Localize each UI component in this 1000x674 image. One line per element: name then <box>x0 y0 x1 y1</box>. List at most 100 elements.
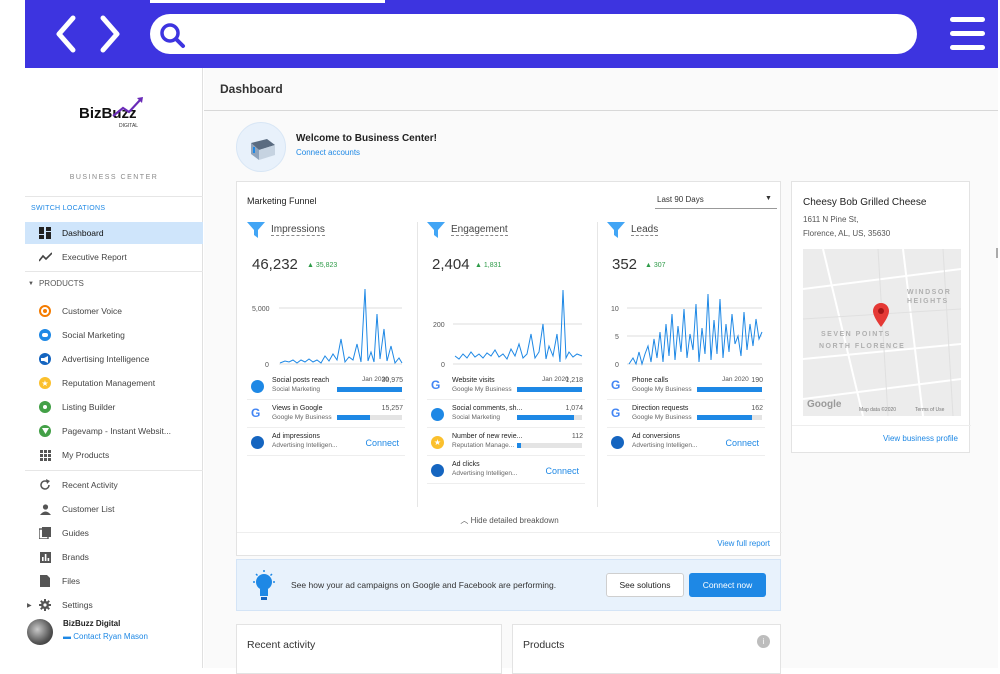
sidebar-item-pagevamp[interactable]: Pagevamp - Instant Websit... <box>25 420 203 442</box>
user-account[interactable]: BizBuzz Digital ▬ Contact Ryan Mason <box>25 614 203 648</box>
metric-name: Social comments, sh... <box>452 405 523 412</box>
social-marketing-icon <box>251 380 264 393</box>
sidebar-item-label: Pagevamp - Instant Websit... <box>62 426 171 436</box>
recent-activity-title: Recent activity <box>247 639 316 651</box>
sidebar: BizBuzz DIGITAL BUSINESS CENTER SWITCH L… <box>25 68 203 668</box>
contact-link[interactable]: ▬ Contact Ryan Mason <box>63 632 148 641</box>
funnel-column-leads: Leads 352 ▲ 307 10 5 0 Jan 2020 G Phone … <box>607 222 777 507</box>
sidebar-item-brands[interactable]: Brands <box>25 546 203 568</box>
metric-bar-fill <box>697 387 762 392</box>
funnel-column-impressions: Impressions 46,232 ▲ 35,823 5,000 0 Jan … <box>247 222 417 507</box>
metric-row: G Direction requests Google My Business … <box>607 402 765 428</box>
map-terms-link[interactable]: Terms of Use <box>915 407 944 413</box>
metric-value: 190 <box>751 377 763 384</box>
sidebar-item-settings[interactable]: ▶ Settings <box>25 594 203 616</box>
metric-name: Website visits <box>452 377 495 384</box>
funnel-stage-label[interactable]: Impressions <box>271 224 325 236</box>
scrollbar[interactable] <box>996 248 998 258</box>
metric-bar <box>517 415 582 420</box>
advertising-icon <box>611 436 624 449</box>
code-icon[interactable] <box>53 14 123 54</box>
metric-source: Advertising Intelligen... <box>452 470 518 477</box>
y-tick-label: 200 <box>433 322 445 329</box>
apps-grid-icon <box>37 447 53 463</box>
impressions-line <box>279 288 403 365</box>
see-solutions-button[interactable]: See solutions <box>606 573 684 597</box>
products-card: Products i <box>512 624 781 674</box>
address-line-2: Florence, AL, US, 35630 <box>803 228 891 238</box>
date-range-select[interactable]: Last 90 Days ▼ <box>655 192 777 209</box>
view-business-profile-link[interactable]: View business profile <box>883 434 958 443</box>
divider <box>25 271 203 272</box>
sidebar-item-executive-report[interactable]: Executive Report <box>25 246 203 268</box>
leads-chart: 10 5 0 Jan 2020 <box>611 293 763 383</box>
location-map[interactable]: WINDSOR HEIGHTS SEVEN POINTS NORTH FLORE… <box>803 249 961 416</box>
connect-link[interactable]: Connect <box>365 438 399 448</box>
metric-source: Google My Business <box>272 414 332 421</box>
connect-link[interactable]: Connect <box>725 438 759 448</box>
metric-name: Number of new revie... <box>452 433 523 440</box>
sidebar-item-recent-activity[interactable]: Recent Activity <box>25 474 203 496</box>
bizbuzz-logo: BizBuzz DIGITAL <box>79 97 143 129</box>
ad-campaigns-banner: See how your ad campaigns on Google and … <box>236 559 781 611</box>
google-icon: G <box>611 406 621 420</box>
svg-text:BizBuzz: BizBuzz <box>79 105 137 122</box>
reputation-star-icon: ★ <box>37 375 53 391</box>
sidebar-item-social-marketing[interactable]: Social Marketing <box>25 324 203 346</box>
sidebar-item-dashboard[interactable]: Dashboard <box>25 222 203 244</box>
map-pin-icon[interactable] <box>873 303 889 327</box>
connect-now-button[interactable]: Connect now <box>689 573 766 597</box>
products-section-toggle[interactable]: ▼ PRODUCTS <box>25 279 84 288</box>
advertising-icon <box>251 436 264 449</box>
funnel-column-engagement: Engagement 2,404 ▲ 1,831 200 0 Jan 2020 … <box>427 222 597 507</box>
recent-activity-card: Recent activity <box>236 624 502 674</box>
hide-breakdown-toggle[interactable]: ︿ Hide detailed breakdown <box>237 515 782 526</box>
switch-locations-link[interactable]: SWITCH LOCATIONS <box>31 205 105 212</box>
search-input[interactable] <box>150 14 917 54</box>
sidebar-item-label: Guides <box>62 528 89 538</box>
stage-total: 46,232 <box>252 256 298 273</box>
business-address: 1611 N Pine St, Florence, AL, US, 35630 <box>803 213 890 240</box>
sidebar-item-label: Brands <box>62 552 89 562</box>
sidebar-item-advertising-intelligence[interactable]: Advertising Intelligence <box>25 348 203 370</box>
google-icon: G <box>431 378 441 392</box>
metric-source: Google My Business <box>452 386 512 393</box>
business-center-label: BUSINESS CENTER <box>69 174 159 181</box>
funnel-stage-label[interactable]: Engagement <box>451 224 508 236</box>
view-full-report-link[interactable]: View full report <box>717 539 770 548</box>
top-bar <box>25 0 998 68</box>
chevron-up-icon: ︿ <box>460 516 471 525</box>
info-icon[interactable]: i <box>757 635 770 648</box>
metric-bar-fill <box>517 387 582 392</box>
metric-bar <box>697 387 762 392</box>
leads-line <box>628 293 763 366</box>
sidebar-item-files[interactable]: Files <box>25 570 203 592</box>
y-tick-label: 10 <box>611 306 619 313</box>
sidebar-item-guides[interactable]: Guides <box>25 522 203 544</box>
stage-delta: ▲ 35,823 <box>307 262 338 269</box>
metric-row: Ad clicks Advertising Intelligen... Conn… <box>427 458 585 484</box>
funnel-stage-header: Leads <box>607 222 659 238</box>
date-range-value: Last 90 Days <box>657 195 704 204</box>
sidebar-item-listing-builder[interactable]: Listing Builder <box>25 396 203 418</box>
sidebar-item-reputation-management[interactable]: ★ Reputation Management <box>25 372 203 394</box>
sidebar-item-label: Reputation Management <box>62 378 156 388</box>
connect-accounts-link[interactable]: Connect accounts <box>296 148 360 157</box>
connect-link[interactable]: Connect <box>545 466 579 476</box>
metric-bar <box>337 415 402 420</box>
funnel-stage-label[interactable]: Leads <box>631 224 659 236</box>
sidebar-item-label: Settings <box>62 600 93 610</box>
metric-name: Direction requests <box>632 405 689 412</box>
sidebar-item-customer-list[interactable]: Customer List <box>25 498 203 520</box>
sidebar-item-customer-voice[interactable]: Customer Voice <box>25 300 203 322</box>
stage-delta-value: 1,831 <box>483 262 502 269</box>
metric-bar <box>337 387 402 392</box>
products-header: PRODUCTS <box>38 279 84 288</box>
hamburger-menu-icon[interactable] <box>950 15 985 53</box>
avatar <box>27 619 53 645</box>
divider <box>792 425 971 426</box>
sidebar-item-my-products[interactable]: My Products <box>25 444 203 466</box>
business-profile-card: Cheesy Bob Grilled Cheese 1611 N Pine St… <box>791 181 971 453</box>
google-icon: G <box>611 378 621 392</box>
social-marketing-icon <box>431 408 444 421</box>
